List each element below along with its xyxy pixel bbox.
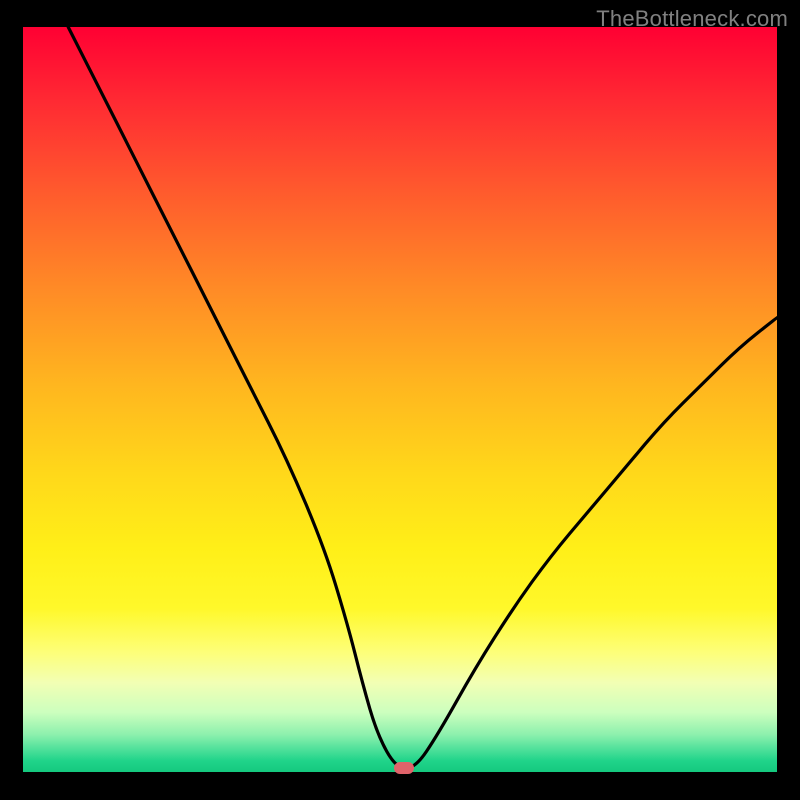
plot-area [23, 27, 777, 772]
watermark-label: TheBottleneck.com [596, 6, 788, 32]
minimum-marker [394, 762, 414, 774]
chart-frame: TheBottleneck.com [0, 0, 800, 800]
curve-svg [23, 27, 777, 772]
bottleneck-curve-path [68, 27, 777, 768]
